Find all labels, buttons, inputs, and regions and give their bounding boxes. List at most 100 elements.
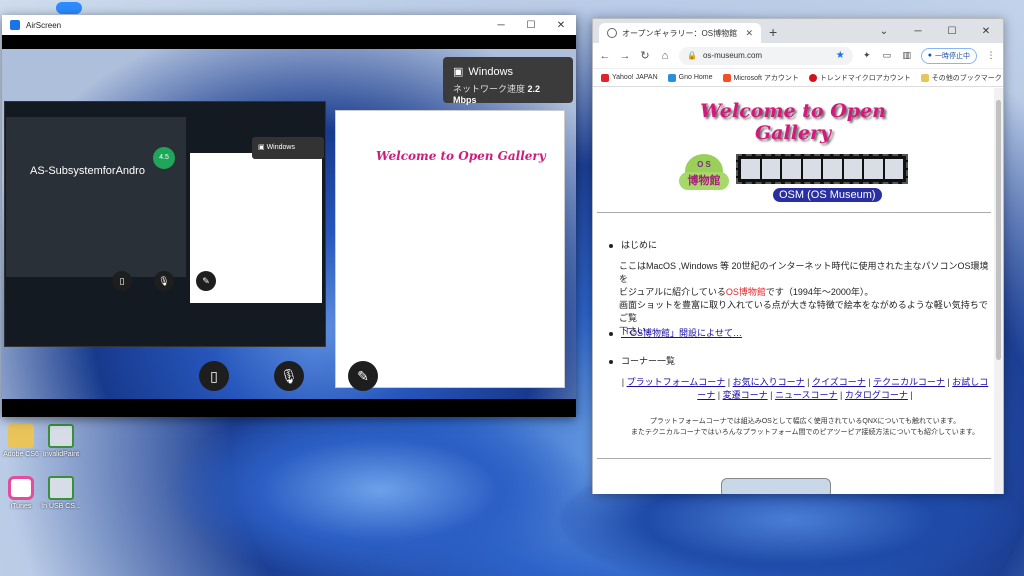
bookmarks-bar: Yahoo! JAPAN Gno Home Microsoft アカウント トレ… (593, 69, 1003, 87)
sync-paused-label: 一時停止中 (935, 52, 970, 60)
airscreen-window[interactable]: AirScreen ─ ☐ ✕ AS-SubsystemforAndro 4.5… (2, 15, 576, 417)
lock-icon: 🔒 (687, 51, 697, 60)
corner-link[interactable]: ニュースコーナ (775, 390, 838, 400)
nested-toast-label: Windows (266, 144, 295, 151)
note-line: プラットフォームコーナでは組込みOSとして幅広く使用されているQNXについても触… (649, 418, 961, 425)
back-icon[interactable]: ← (599, 50, 611, 62)
itunes-icon (8, 476, 34, 500)
windows-icon: ▣ (453, 66, 464, 78)
divider (597, 212, 991, 213)
url-text: os-museum.com (702, 51, 763, 60)
yahoo-icon (601, 73, 609, 82)
globe-icon (607, 28, 617, 38)
nested-mic-button: 🎙 (154, 271, 174, 291)
draw-button[interactable]: ✎ (348, 361, 378, 391)
browser-tab[interactable]: オープンギャラリー：OS博物館 ✕ (599, 23, 761, 43)
desktop-icon-usb[interactable]: In USB CS... (38, 476, 84, 510)
bullet-icon (609, 243, 613, 248)
preview-image (721, 478, 831, 494)
browser-toolbar: ← → ↻ ⌂ 🔒 os-museum.com ★ ✦ ▭ ▥ ● 一時停止中 … (593, 43, 1003, 69)
bookmark-label: トレンドマイクロアカウント (819, 74, 911, 82)
desktop-icon-label: InvalidPaint (42, 451, 80, 458)
browser-window[interactable]: オープンギャラリー：OS博物館 ✕ + ⌄ ─ ☐ ✕ ← → ↻ ⌂ 🔒 os… (592, 18, 1004, 494)
tab-bar: オープンギャラリー：OS博物館 ✕ + ⌄ ─ ☐ ✕ (593, 19, 1003, 43)
section-label: はじめに (621, 240, 658, 250)
cast-icon[interactable]: ▭ (881, 50, 893, 62)
web-page: Welcome to Open Gallery O S 博物館 OSM (OS … (593, 88, 995, 494)
home-icon[interactable]: ⌂ (659, 50, 671, 62)
nested-toast: ▣ Windows (252, 137, 324, 159)
bullet-icon (609, 359, 613, 364)
open-link[interactable]: 「OS博物館」開設によせて… (621, 328, 742, 338)
corner-link[interactable]: カタログコーナ (845, 390, 908, 400)
desktop-icon-invalidpaint[interactable]: InvalidPaint (38, 424, 84, 458)
wallpaper-bloom (170, 400, 590, 576)
folder-icon (8, 424, 34, 448)
bookmark-label: Gno Home (678, 74, 713, 81)
bullet-icon (609, 331, 613, 336)
minimize-icon[interactable]: ─ (901, 26, 935, 37)
scrollbar[interactable] (994, 88, 1003, 494)
new-tab-button[interactable]: + (761, 24, 785, 43)
bookmark-microsoft[interactable]: Microsoft アカウント (722, 73, 799, 83)
scrollbar-thumb[interactable] (996, 100, 1001, 360)
bookmark-yahoo[interactable]: Yahoo! JAPAN (601, 73, 658, 82)
address-bar[interactable]: 🔒 os-museum.com ★ (679, 46, 853, 65)
shortcut-icon (48, 476, 74, 500)
tab-title: オープンギャラリー：OS博物館 (622, 28, 738, 38)
menu-icon[interactable]: ⋮ (985, 50, 997, 62)
reload-icon[interactable]: ↻ (639, 49, 651, 62)
folder-icon (920, 73, 929, 82)
note-line: またテクニカルコーナではいろんなプラットフォーム間でのピアツーピア接続方法につい… (630, 429, 980, 436)
zoom-icon (56, 2, 82, 14)
maximize-icon[interactable]: ☐ (935, 26, 969, 37)
intro-line: 画面ショットを豊富に取り入れている点が大きな特徴で絵本をながめるような軽い気持ち… (619, 300, 988, 323)
corner-links: | プラットフォームコーナ | お気に入りコーナ | クイズコーナ | テクニカ… (621, 377, 989, 400)
screen-button[interactable]: ▯ (199, 361, 229, 391)
close-icon[interactable]: ✕ (546, 20, 576, 31)
nested-app-value: 4.5 (153, 147, 175, 169)
osm-label: OSM (OS Museum) (773, 188, 882, 202)
toast-speed-label: ネットワーク速度 (453, 84, 526, 94)
sidebar-icon[interactable]: ▥ (901, 50, 913, 62)
extensions-icon[interactable]: ✦ (861, 50, 873, 62)
nested-heading: Welcome to Open Gallery (376, 149, 546, 163)
bookmark-label: Microsoft アカウント (733, 74, 799, 82)
other-bookmarks[interactable]: その他のブックマーク (920, 73, 1002, 83)
chevron-down-icon[interactable]: ⌄ (867, 26, 901, 37)
intro-heading: はじめに (609, 238, 657, 251)
mic-button[interactable]: 🎙 (274, 361, 304, 391)
window-title: AirScreen (26, 20, 62, 30)
divider (597, 458, 991, 459)
corner-link[interactable]: プラットフォームコーナ (627, 377, 726, 387)
forward-icon[interactable]: → (619, 50, 631, 62)
open-link-item: 「OS博物館」開設によせて… (609, 326, 742, 339)
bookmark-trendmicro[interactable]: トレンドマイクロアカウント (808, 73, 911, 83)
badge-text-top: O S (697, 160, 711, 169)
intro-line: ビジュアルに紹介している (619, 287, 726, 297)
bookmark-gno-home[interactable]: Gno Home (667, 73, 713, 82)
desktop-icon-label: iTunes (10, 503, 32, 510)
os-museum-highlight: OS博物館 (725, 287, 766, 297)
corner-link[interactable]: 変遷コーナ (723, 390, 768, 400)
corner-link[interactable]: お気に入りコーナ (733, 377, 805, 387)
desktop-icon-label: Adobe CS6 (3, 451, 39, 458)
close-tab-icon[interactable]: ✕ (745, 28, 753, 39)
avatar: ● (927, 52, 932, 59)
nested-app-window: AS-SubsystemforAndro 4.5 (6, 117, 186, 277)
windows-icon: ▣ (258, 144, 267, 151)
note-text: プラットフォームコーナでは組込みOSとして幅広く使用されているQNXについても触… (619, 416, 991, 438)
corner-link[interactable]: テクニカルコーナ (873, 377, 945, 387)
intro-line: です（1994年〜2000年）。 (765, 287, 874, 297)
bookmark-label: その他のブックマーク (931, 74, 1002, 82)
close-icon[interactable]: ✕ (969, 26, 1003, 37)
filmstrip-image (736, 154, 908, 184)
minimize-icon[interactable]: ─ (486, 20, 516, 31)
corner-link[interactable]: クイズコーナ (812, 377, 866, 387)
sync-paused-button[interactable]: ● 一時停止中 (920, 47, 977, 64)
intro-line: ここはMacOS ,Windows 等 20世紀のインターネット時代に使用された… (619, 261, 989, 284)
os-museum-badge-label: 博物館 (679, 172, 729, 190)
airscreen-titlebar[interactable]: AirScreen ─ ☐ ✕ (2, 15, 576, 35)
maximize-icon[interactable]: ☐ (516, 20, 546, 31)
star-icon[interactable]: ★ (836, 50, 845, 61)
